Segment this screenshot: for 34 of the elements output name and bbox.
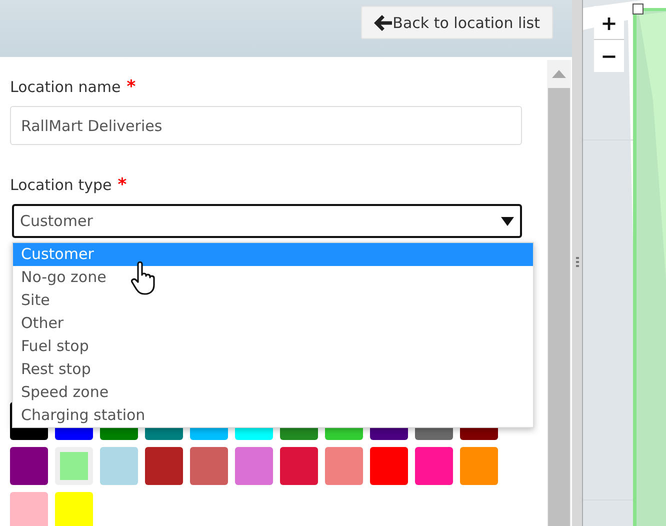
- dropdown-option[interactable]: Other: [13, 312, 533, 335]
- dropdown-option[interactable]: Charging station: [13, 404, 533, 427]
- dropdown-option[interactable]: Fuel stop: [13, 335, 533, 358]
- hand-cursor-icon: [131, 261, 157, 295]
- back-button[interactable]: Back to location list: [360, 6, 553, 39]
- color-swatch[interactable]: [55, 492, 93, 526]
- color-swatch[interactable]: [145, 447, 183, 485]
- color-swatch[interactable]: [460, 447, 498, 485]
- field-label: Location type: [10, 176, 112, 194]
- scrollbar[interactable]: [547, 60, 571, 526]
- color-swatch[interactable]: [280, 447, 318, 485]
- color-swatch[interactable]: [235, 447, 273, 485]
- color-swatch[interactable]: [10, 447, 48, 485]
- dropdown-option[interactable]: No-go zone: [13, 266, 533, 289]
- scroll-up-icon: [552, 70, 566, 78]
- required-mark: *: [118, 175, 127, 195]
- color-swatch[interactable]: [415, 447, 453, 485]
- arrow-left-icon: [374, 14, 392, 30]
- dropdown-option[interactable]: Speed zone: [13, 381, 533, 404]
- color-swatch[interactable]: [10, 492, 48, 526]
- color-swatch[interactable]: [190, 447, 228, 485]
- color-swatch[interactable]: [325, 447, 363, 485]
- color-swatch[interactable]: [100, 447, 138, 485]
- field-label: Location name: [10, 78, 121, 96]
- dropdown-option[interactable]: Rest stop: [13, 358, 533, 381]
- dropdown-field[interactable]: Customer: [12, 204, 522, 238]
- caret-icon: [501, 216, 514, 226]
- color-swatch[interactable]: [370, 447, 408, 485]
- dropdown-option[interactable]: Site: [13, 289, 533, 312]
- panel-splitter[interactable]: [572, 0, 583, 526]
- color-swatch[interactable]: [55, 447, 93, 485]
- zoom-out-button[interactable]: −: [594, 39, 624, 72]
- required-mark: *: [126, 77, 136, 97]
- input-field[interactable]: RallMart Deliveries: [10, 106, 522, 145]
